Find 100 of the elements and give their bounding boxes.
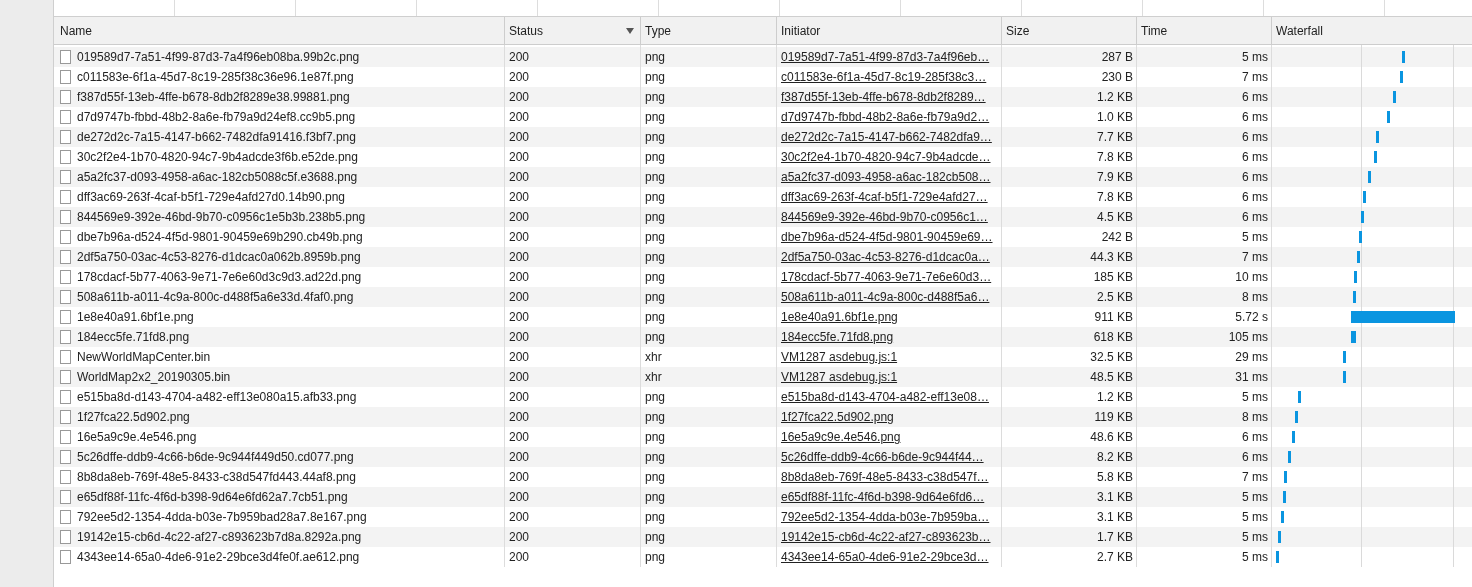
time-value: 6 ms [1242,430,1268,444]
size-value: 185 KB [1093,270,1133,284]
initiator-link[interactable]: VM1287 asdebug.js:1 [781,350,898,364]
file-name[interactable]: 508a611b-a011-4c9a-800c-d488f5a6e33d.4faf0.png [77,290,354,304]
initiator-link[interactable]: 184ecc5fe.71fd8.png [781,330,894,344]
file-icon [60,130,71,144]
file-name[interactable]: 019589d7-7a51-4f99-87d3-7a4f96eb08ba.99b2c.png [77,50,360,64]
file-name[interactable]: f387d55f-13eb-4ffe-b678-8db2f8289e38.99881.png [77,90,350,104]
initiator-link[interactable]: d7d9747b-fbbd-48b2-8a6e-fb79a9d2… [781,110,990,124]
file-name[interactable]: WorldMap2x2_20190305.bin [77,370,231,384]
initiator-link[interactable]: 5c26dffe-ddb9-4c66-b6de-9c944f44… [781,450,984,464]
file-icon [60,550,71,564]
column-header[interactable]: Initiator [777,17,1002,44]
status-code: 200 [509,70,530,84]
file-icon [60,230,71,244]
file-icon [60,150,71,164]
file-name[interactable]: de272d2c-7a15-4147-b662-7482dfa91416.f3bf7.png [77,130,356,144]
resource-type: png [645,510,666,524]
initiator-link[interactable]: e65df88f-11fc-4f6d-b398-9d64e6fd6… [781,490,985,504]
time-value: 5 ms [1242,230,1268,244]
status-code: 200 [509,330,530,344]
initiator-link[interactable]: 1f27fca22.5d902.png [781,410,894,424]
size-value: 48.5 KB [1090,370,1133,384]
status-code: 200 [509,210,530,224]
initiator-link[interactable]: 8b8da8eb-769f-48e5-8433-c38d547f… [781,470,989,484]
column-header[interactable]: Status [505,17,641,44]
initiator-link[interactable]: de272d2c-7a15-4147-b662-7482dfa9… [781,130,992,144]
resource-type: png [645,430,666,444]
file-icon [60,470,71,484]
waterfall-bar [1281,511,1284,523]
initiator-link[interactable]: 4343ee14-65a0-4de6-91e2-29bce3d… [781,550,989,564]
initiator-link[interactable]: 508a611b-a011-4c9a-800c-d488f5a6… [781,290,990,304]
file-name[interactable]: 8b8da8eb-769f-48e5-8433-c38d547fd443.44af8.png [77,470,356,484]
file-icon [60,90,71,104]
initiator-link[interactable]: 019589d7-7a51-4f99-87d3-7a4f96eb… [781,50,990,64]
status-code: 200 [509,110,530,124]
file-name[interactable]: a5a2fc37-d093-4958-a6ac-182cb5088c5f.e3688.png [77,170,358,184]
size-value: 48.6 KB [1090,430,1133,444]
initiator-link[interactable]: dbe7b96a-d524-4f5d-9801-90459e69… [781,230,993,244]
file-name[interactable]: 844569e9-392e-46bd-9b70-c0956c1e5b3b.238b5.png [77,210,366,224]
initiator-link[interactable]: 2df5a750-03ac-4c53-8276-d1dcac0a… [781,250,990,264]
file-name[interactable]: 792ee5d2-1354-4dda-b03e-7b959bad28a7.8e167.png [77,510,367,524]
file-name[interactable]: dff3ac69-263f-4caf-b5f1-729e4afd27d0.14b90.png [77,190,345,204]
file-icon [60,50,71,64]
initiator-link[interactable]: 1e8e40a91.6bf1e.png [781,310,898,324]
column-header[interactable]: Size [1002,17,1137,44]
file-name[interactable]: e65df88f-11fc-4f6d-b398-9d64e6fd62a7.7cb51.png [77,490,348,504]
initiator-link[interactable]: f387d55f-13eb-4ffe-b678-8db2f8289… [781,90,986,104]
file-name[interactable]: 184ecc5fe.71fd8.png [77,330,190,344]
waterfall-bar [1357,251,1360,263]
waterfall-bar [1393,91,1396,103]
initiator-link[interactable]: VM1287 asdebug.js:1 [781,370,898,384]
waterfall-bar [1361,211,1364,223]
time-value: 5 ms [1242,530,1268,544]
initiator-link[interactable]: a5a2fc37-d093-4958-a6ac-182cb508… [781,170,991,184]
file-name[interactable]: 4343ee14-65a0-4de6-91e2-29bce3d4fe0f.ae612.png [77,550,360,564]
initiator-link[interactable]: 844569e9-392e-46bd-9b70-c0956c1… [781,210,988,224]
column-header[interactable]: Waterfall [1272,17,1472,44]
time-value: 6 ms [1242,130,1268,144]
waterfall-bar [1276,551,1279,563]
size-value: 1.7 KB [1096,530,1133,544]
file-name[interactable]: 178cdacf-5b77-4063-9e71-7e6e60d3c9d3.ad22d.png [77,270,362,284]
status-code: 200 [509,90,530,104]
status-code: 200 [509,510,530,524]
time-value: 5 ms [1242,390,1268,404]
file-name[interactable]: 1e8e40a91.6bf1e.png [77,310,194,324]
waterfall-bar [1351,331,1356,343]
column-header[interactable]: Name [54,17,505,44]
file-icon [60,330,71,344]
initiator-link[interactable]: 16e5a9c9e.4e546.png [781,430,901,444]
file-name[interactable]: 1f27fca22.5d902.png [77,410,190,424]
size-value: 3.1 KB [1096,510,1133,524]
size-value: 911 KB [1094,310,1133,324]
initiator-link[interactable]: e515ba8d-d143-4704-a482-eff13e08… [781,390,989,404]
time-value: 8 ms [1242,410,1268,424]
file-icon [60,350,71,364]
column-header[interactable]: Time [1137,17,1272,44]
time-value: 6 ms [1242,110,1268,124]
file-name[interactable]: d7d9747b-fbbd-48b2-8a6e-fb79a9d24ef8.cc9b5.png [77,110,356,124]
file-name[interactable]: c011583e-6f1a-45d7-8c19-285f38c36e96.1e87f.png [77,70,354,84]
initiator-link[interactable]: 178cdacf-5b77-4063-9e71-7e6e60d3… [781,270,992,284]
initiator-link[interactable]: 30c2f2e4-1b70-4820-94c7-9b4adcde… [781,150,991,164]
status-code: 200 [509,450,530,464]
file-name[interactable]: 2df5a750-03ac-4c53-8276-d1dcac0a062b.8959b.png [77,250,361,264]
resource-type: png [645,270,666,284]
initiator-link[interactable]: dff3ac69-263f-4caf-b5f1-729e4afd27… [781,190,988,204]
file-name[interactable]: 19142e15-cb6d-4c22-af27-c893623b7d8a.8292a.png [77,530,362,544]
file-name[interactable]: NewWorldMapCenter.bin [77,350,211,364]
column-header[interactable]: Type [641,17,777,44]
file-name[interactable]: 30c2f2e4-1b70-4820-94c7-9b4adcde3f6b.e52de.png [77,150,358,164]
waterfall-bar [1363,191,1366,203]
file-name[interactable]: 16e5a9c9e.4e546.png [77,430,197,444]
initiator-link[interactable]: c011583e-6f1a-45d7-8c19-285f38c3… [781,70,987,84]
waterfall-bar [1278,531,1281,543]
initiator-link[interactable]: 19142e15-cb6d-4c22-af27-c893623b… [781,530,991,544]
file-name[interactable]: 5c26dffe-ddb9-4c66-b6de-9c944f449d50.cd077.png [77,450,354,464]
file-name[interactable]: dbe7b96a-d524-4f5d-9801-90459e69b290.cb49b.png [77,230,363,244]
size-value: 7.9 KB [1096,170,1133,184]
file-name[interactable]: e515ba8d-d143-4704-a482-eff13e080a15.afb33.png [77,390,357,404]
initiator-link[interactable]: 792ee5d2-1354-4dda-b03e-7b959ba… [781,510,990,524]
